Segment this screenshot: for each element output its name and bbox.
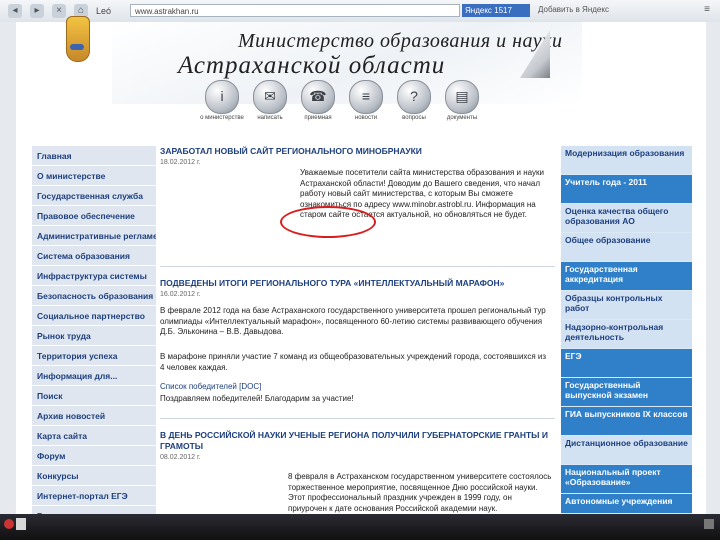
document-icon[interactable] (16, 518, 26, 530)
news-title[interactable]: В ДЕНЬ РОССИЙСКОЙ НАУКИ УЧЕНЫЕ РЕГИОНА П… (160, 430, 550, 452)
rightnav-item[interactable]: Оценка качества общего образования АО (561, 204, 692, 233)
news-date: 08.02.2012 г. (160, 454, 201, 461)
rightnav-item[interactable]: Национальный проект «Образование» (561, 465, 692, 494)
news-date: 16.02.2012 г. (160, 291, 201, 298)
sidebar-item-infrastructure[interactable]: Инфраструктура системы (32, 266, 156, 286)
news-title[interactable]: ПОДВЕДЕНЫ ИТОГИ РЕГИОНАЛЬНОГО ТУРА «ИНТЕ… (160, 278, 504, 288)
sidebar-item-search[interactable]: Поиск (32, 386, 156, 406)
rightnav-item[interactable]: Общее образование (561, 233, 692, 262)
sidebar-item-contests[interactable]: Конкурсы (32, 466, 156, 486)
question-icon[interactable]: ? вопросы (397, 80, 431, 121)
sidebar-item-forum[interactable]: Форум (32, 446, 156, 466)
winners-link[interactable]: Список победителей [DOC] (160, 382, 552, 393)
mail-icon[interactable]: ✉ написать (253, 80, 287, 121)
news-icon[interactable]: ≡ новости (349, 80, 383, 121)
scrollbar[interactable] (706, 22, 720, 522)
divider (160, 418, 555, 419)
news-title[interactable]: ЗАРАБОТАЛ НОВЫЙ САЙТ РЕГИОНАЛЬНОГО МИНОБ… (160, 146, 422, 156)
sidebar-item-sitemap[interactable]: Карта сайта (32, 426, 156, 446)
sidebar-item-info-for[interactable]: Информация для... (32, 366, 156, 386)
sidebar-item-education-system[interactable]: Система образования (32, 246, 156, 266)
back-icon[interactable]: ◂ (8, 4, 22, 18)
favorites-link[interactable]: Добавить в Яндекс (538, 5, 609, 14)
news-date: 18.02.2012 г. (160, 159, 201, 166)
sidebar-item-civil-service[interactable]: Государственная служба (32, 186, 156, 206)
nav-label: о министерстве (200, 115, 244, 121)
rightnav-item[interactable]: Учитель года - 2011 (561, 175, 692, 204)
site-title-line2: Астраханской области (178, 52, 446, 79)
sidebar-item-regulations[interactable]: Административные регламенты (32, 226, 156, 246)
window-frame-left (0, 22, 16, 522)
headset-icon[interactable]: ☎ приемная (301, 80, 335, 121)
rightnav-item[interactable]: Образцы контрольных работ (561, 291, 692, 320)
right-sidebar: Модернизация образования Учитель года - … (561, 146, 692, 514)
sidebar-item-success[interactable]: Территория успеха (32, 346, 156, 366)
docs-icon[interactable]: ▤ документы (445, 80, 479, 121)
nav-label: приемная (304, 115, 332, 121)
sidebar-item-partnership[interactable]: Социальное партнерство (32, 306, 156, 326)
rightnav-item[interactable]: Надзорно-контрольная деятельность (561, 320, 692, 349)
tab-label[interactable]: Leó (96, 6, 111, 16)
tray-icon[interactable] (704, 519, 714, 529)
news-text: Поздравляем победителей! Благодарим за у… (160, 394, 354, 403)
rightnav-item[interactable]: ЕГЭ (561, 349, 692, 378)
news-text: В марафоне приняли участие 7 команд из о… (160, 352, 547, 372)
nav-label: новости (354, 115, 378, 121)
coat-of-arms-icon (66, 16, 90, 62)
top-icon-nav: i о министерстве ✉ написать ☎ приемная ≡… (200, 80, 485, 121)
rightnav-item[interactable]: Модернизация образования (561, 146, 692, 175)
settings-icon[interactable]: ≡ (704, 4, 710, 15)
nav-label: вопросы (402, 115, 426, 121)
sidebar-item-about[interactable]: О министерстве (32, 166, 156, 186)
nav-label: написать (257, 115, 283, 121)
rightnav-item[interactable]: ГИА выпускников IX классов (561, 407, 692, 436)
rightnav-item[interactable]: Дистанционное образование (561, 436, 692, 465)
coat-of-arms-detail (70, 44, 84, 50)
close-icon[interactable]: × (52, 4, 66, 18)
site-title-line1: Министерство образования и науки (238, 30, 563, 52)
search-box[interactable]: Яндекс 1517 (462, 4, 530, 17)
sidebar-item-news-archive[interactable]: Архив новостей (32, 406, 156, 426)
start-icon[interactable] (4, 519, 14, 529)
sidebar-item-legal[interactable]: Правовое обеспечение (32, 206, 156, 226)
left-sidebar: Главная О министерстве Государственная с… (32, 146, 156, 516)
sidebar-item-main[interactable]: Главная (32, 146, 156, 166)
news-text: 8 февраля в Астраханском государственном… (288, 472, 552, 513)
address-bar[interactable]: www.astrakhan.ru (130, 4, 460, 17)
news-text: В феврале 2012 года на базе Астраханског… (160, 306, 546, 336)
taskbar (0, 514, 720, 540)
rightnav-item[interactable]: Государственный выпускной экзамен (561, 378, 692, 407)
forward-icon[interactable]: ▸ (30, 4, 44, 18)
rightnav-item[interactable]: Государственная аккредитация (561, 262, 692, 291)
info-icon[interactable]: i о министерстве (200, 80, 244, 121)
highlight-circle (280, 206, 376, 238)
sidebar-item-labor-market[interactable]: Рынок труда (32, 326, 156, 346)
sidebar-item-ege-portal[interactable]: Интернет-портал ЕГЭ (32, 486, 156, 506)
sidebar-item-safety[interactable]: Безопасность образования (32, 286, 156, 306)
nav-label: документы (446, 115, 478, 121)
divider (160, 266, 555, 267)
news-column: ЗАРАБОТАЛ НОВЫЙ САЙТ РЕГИОНАЛЬНОГО МИНОБ… (160, 146, 555, 514)
rightnav-item[interactable]: Автономные учреждения (561, 494, 692, 514)
